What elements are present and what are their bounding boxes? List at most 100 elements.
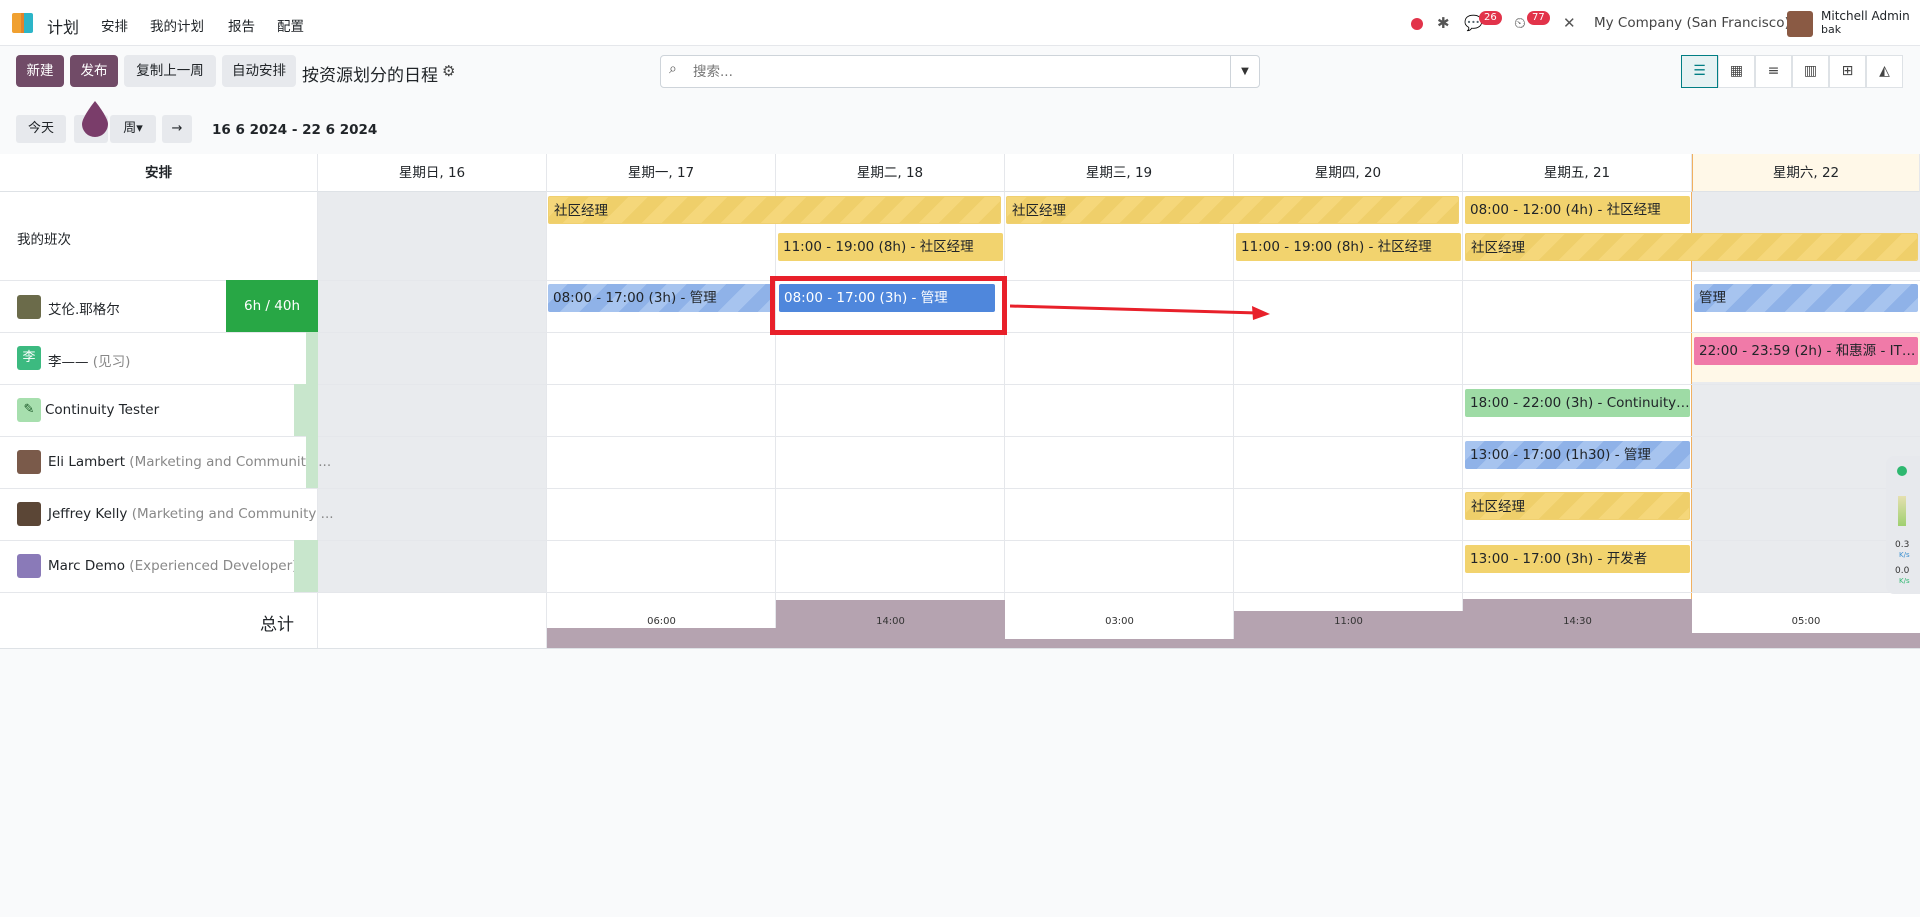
row-label-resource[interactable]: 李—— (见习) bbox=[48, 350, 130, 370]
today-button[interactable]: 今天 bbox=[16, 115, 66, 143]
capacity-strip bbox=[306, 332, 318, 384]
resource-role: (Marketing and Community ... bbox=[131, 506, 334, 522]
shift-pill[interactable]: 社区经理 bbox=[1465, 233, 1918, 261]
date-range: 16 6 2024 - 22 6 2024 bbox=[212, 122, 378, 138]
next-arrow-icon[interactable]: → bbox=[162, 115, 192, 143]
avatar bbox=[17, 554, 41, 578]
resource-name: Jeffrey Kelly bbox=[48, 506, 128, 522]
kanban-view-icon[interactable]: ▥ bbox=[1792, 55, 1829, 88]
company-switcher[interactable]: My Company (San Francisco) bbox=[1594, 15, 1790, 31]
tools-icon[interactable]: ✕ bbox=[1563, 14, 1576, 32]
day-header-mon: 星期一, 17 bbox=[547, 154, 776, 192]
day-header-wed: 星期三, 19 bbox=[1005, 154, 1234, 192]
shift-pill[interactable]: 08:00 - 12:00 (4h) - 社区经理 bbox=[1465, 196, 1690, 224]
planning-app-icon[interactable] bbox=[12, 11, 38, 35]
gear-icon[interactable]: ⚙ bbox=[442, 62, 455, 80]
total-value: 11:00 bbox=[1334, 616, 1363, 627]
shift-pill[interactable]: 13:00 - 17:00 (3h) - 开发者 bbox=[1465, 545, 1690, 573]
record-icon[interactable] bbox=[1411, 18, 1423, 30]
activities-clock-icon[interactable]: ⏲ bbox=[1514, 14, 1526, 32]
total-bar bbox=[1692, 633, 1920, 648]
upload-unit: K/s bbox=[1899, 551, 1910, 559]
pivot-view-icon[interactable]: ⊞ bbox=[1829, 55, 1866, 88]
row-label-my-shifts: 我的班次 bbox=[17, 232, 71, 248]
day-header-thu: 星期四, 20 bbox=[1234, 154, 1463, 192]
grid-line bbox=[546, 192, 547, 649]
shift-pill[interactable]: 11:00 - 19:00 (8h) - 社区经理 bbox=[1236, 233, 1461, 261]
grid-line bbox=[775, 192, 776, 649]
capacity-strip bbox=[306, 436, 318, 488]
capacity-badge: 6h / 40h (0%) bbox=[226, 280, 318, 366]
user-avatar[interactable] bbox=[1787, 11, 1813, 37]
total-value: 06:00 bbox=[647, 616, 676, 627]
row-label-resource[interactable]: 艾伦.耶格尔 bbox=[48, 298, 120, 318]
cursor-drop-icon bbox=[82, 101, 108, 137]
copy-previous-week-button[interactable]: 复制上一周 bbox=[124, 55, 216, 87]
upload-rate: 0.3 bbox=[1895, 540, 1910, 550]
resource-role: (Marketing and Community ... bbox=[129, 454, 332, 470]
download-unit: K/s bbox=[1899, 577, 1910, 585]
row-label-resource[interactable]: Continuity Tester bbox=[45, 402, 159, 418]
non-working-day-sunday bbox=[318, 192, 547, 592]
resource-name: Marc Demo bbox=[48, 558, 125, 574]
search-options-chevron-down-icon[interactable]: ▼ bbox=[1230, 56, 1259, 87]
total-bar bbox=[547, 628, 776, 648]
new-button[interactable]: 新建 bbox=[16, 55, 64, 87]
shift-pill[interactable]: 社区经理 bbox=[1006, 196, 1459, 224]
bug-icon[interactable]: ✱ bbox=[1437, 14, 1450, 32]
auto-plan-button[interactable]: 自动安排 bbox=[222, 55, 296, 87]
shift-pill[interactable]: 08:00 - 17:00 (3h) - 管理 bbox=[548, 284, 774, 312]
day-header-sun: 星期日, 16 bbox=[318, 154, 547, 192]
shift-pill[interactable]: 13:00 - 17:00 (1h30) - 管理 bbox=[1465, 441, 1690, 469]
total-value: 14:00 bbox=[876, 616, 905, 627]
shift-pill[interactable]: 18:00 - 22:00 (3h) - Continuity Te... bbox=[1465, 389, 1690, 417]
search-icon: ⌕ bbox=[669, 61, 677, 77]
gantt-view-icon[interactable]: ☰ bbox=[1681, 55, 1718, 88]
grid-line bbox=[1233, 192, 1234, 649]
menu-configuration[interactable]: 配置 bbox=[277, 15, 304, 35]
shift-pill[interactable]: 11:00 - 19:00 (8h) - 社区经理 bbox=[778, 233, 1003, 261]
publish-button[interactable]: 发布 bbox=[70, 55, 118, 87]
total-value: 03:00 bbox=[1105, 616, 1134, 627]
shift-pill[interactable]: 社区经理 bbox=[548, 196, 1001, 224]
menu-reporting[interactable]: 报告 bbox=[228, 15, 255, 35]
grid-line bbox=[1462, 192, 1463, 649]
user-name[interactable]: Mitchell Admin bbox=[1821, 9, 1910, 23]
annotation-highlight-box bbox=[770, 276, 1007, 335]
resource-role: (见习) bbox=[92, 354, 131, 370]
calendar-view-icon[interactable]: ▦ bbox=[1718, 55, 1755, 88]
row-divider bbox=[0, 592, 1920, 593]
avatar: 李 bbox=[17, 346, 41, 370]
row-label-resource[interactable]: Marc Demo (Experienced Developer) bbox=[48, 558, 297, 574]
messages-badge: 26 bbox=[1479, 11, 1502, 25]
database-name: bak bbox=[1821, 23, 1842, 36]
app-name[interactable]: 计划 bbox=[47, 14, 79, 38]
signal-bar-icon bbox=[1898, 496, 1906, 526]
annotation-arrow-icon bbox=[1010, 304, 1270, 320]
scale-label: 周 bbox=[123, 121, 137, 136]
total-value: 05:00 bbox=[1791, 616, 1821, 627]
shift-pill[interactable]: 社区经理 bbox=[1465, 492, 1690, 520]
wrench-icon: ✎ bbox=[17, 398, 41, 422]
shift-pill[interactable]: 22:00 - 23:59 (2h) - 和惠源 - IT技... bbox=[1694, 337, 1918, 365]
search-input[interactable] bbox=[693, 62, 1213, 82]
menu-schedule[interactable]: 安排 bbox=[101, 15, 128, 35]
day-header-sat: 星期六, 22 bbox=[1692, 154, 1920, 192]
row-label-resource[interactable]: Eli Lambert (Marketing and Community ... bbox=[48, 454, 331, 470]
row-divider bbox=[0, 384, 1920, 385]
avatar bbox=[17, 502, 41, 526]
capacity-strip bbox=[294, 540, 318, 592]
graph-view-icon[interactable]: ◭ bbox=[1866, 55, 1903, 88]
avatar bbox=[17, 450, 41, 474]
shift-pill[interactable]: 管理 bbox=[1694, 284, 1918, 312]
gantt-header-schedule: 安排 bbox=[0, 154, 318, 192]
grid-line bbox=[1004, 192, 1005, 649]
scale-dropdown[interactable]: 周▾ bbox=[110, 115, 156, 143]
resource-name: Eli Lambert bbox=[48, 454, 125, 470]
status-dot-icon bbox=[1897, 466, 1907, 476]
activities-badge: 77 bbox=[1527, 11, 1550, 25]
menu-my-planning[interactable]: 我的计划 bbox=[150, 15, 204, 35]
row-label-resource[interactable]: Jeffrey Kelly (Marketing and Community .… bbox=[48, 506, 334, 522]
list-view-icon[interactable]: ≡ bbox=[1755, 55, 1792, 88]
row-divider bbox=[0, 648, 1920, 649]
